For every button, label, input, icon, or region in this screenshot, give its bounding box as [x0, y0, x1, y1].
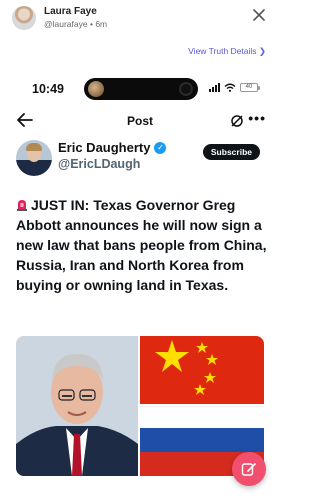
post-media[interactable] — [16, 336, 264, 476]
governor-photo[interactable] — [16, 336, 138, 476]
more-icon[interactable]: ••• — [248, 110, 266, 126]
nav-bar: Post ••• — [0, 108, 280, 136]
grok-icon[interactable] — [230, 114, 244, 128]
post-body: JUST IN: Texas Governor Greg Abbott anno… — [16, 195, 268, 295]
author-name-row[interactable]: Eric Daugherty ✓ — [58, 140, 167, 155]
post-time: 6m — [95, 19, 108, 29]
embedded-screenshot: 10:49 40 Post ••• Eric Daugherty ✓ @Eric… — [0, 72, 280, 500]
author-handle: @laurafaye • 6m — [44, 19, 107, 29]
post-author: Eric Daugherty ✓ @EricLDaugh Subscribe — [0, 140, 280, 180]
island-indicator — [179, 82, 193, 96]
wifi-icon — [224, 83, 236, 92]
outer-post-header: Laura Faye @laurafaye • 6m — [0, 0, 280, 40]
china-stars — [155, 340, 218, 395]
portrait-illustration — [16, 336, 138, 476]
now-playing-thumbnail — [88, 81, 104, 97]
signal-icon — [209, 83, 220, 92]
status-time: 10:49 — [32, 82, 64, 96]
status-bar: 10:49 40 — [0, 72, 280, 106]
status-icons: 40 — [209, 83, 260, 92]
author-avatar[interactable] — [16, 140, 52, 176]
subscribe-button[interactable]: Subscribe — [202, 144, 260, 160]
compose-button[interactable] — [232, 452, 266, 486]
handle-text: @laurafaye — [44, 19, 88, 29]
siren-icon — [17, 200, 27, 211]
avatar-hair — [26, 143, 42, 151]
author-name[interactable]: Laura Faye — [44, 6, 97, 17]
dynamic-island — [84, 78, 198, 100]
post-text: JUST IN: Texas Governor Greg Abbott anno… — [16, 197, 267, 293]
close-icon[interactable] — [252, 8, 266, 22]
verified-icon: ✓ — [154, 141, 167, 154]
battery-icon: 40 — [240, 83, 260, 92]
author-name[interactable]: Eric Daugherty — [58, 140, 150, 155]
russia-flag-blue-stripe — [140, 428, 264, 452]
view-truth-details-link[interactable]: View Truth Details ❯ — [188, 46, 266, 57]
china-flag — [140, 336, 264, 404]
compose-icon — [241, 463, 256, 476]
avatar[interactable] — [12, 6, 36, 30]
author-handle[interactable]: @EricLDaugh — [58, 157, 140, 171]
russia-flag-white-stripe — [140, 406, 264, 428]
